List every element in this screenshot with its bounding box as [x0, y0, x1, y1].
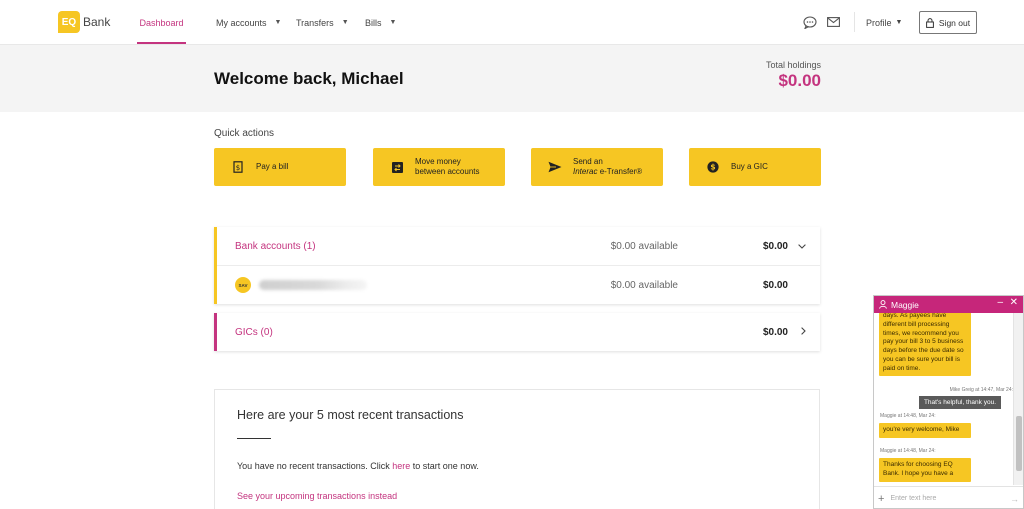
eq-bank-logo[interactable]: EQ Bank [58, 11, 110, 33]
svg-text:$: $ [710, 163, 715, 172]
gics-card: GICs (0) $0.00 [214, 313, 820, 351]
bank-accounts-label: Bank accounts (1) [235, 240, 316, 252]
send-arrow-icon[interactable]: → [1010, 494, 1019, 504]
svg-text:$: $ [236, 164, 240, 172]
caret-down-icon: ▼ [895, 19, 903, 26]
nav-dashboard[interactable]: Dashboard [137, 0, 186, 45]
bank-accounts-available: $0.00 available [610, 240, 678, 252]
message-meta: Maggie at 14:48, Mar 24: [880, 413, 936, 419]
upcoming-transactions-link[interactable]: See your upcoming transactions instead [237, 491, 397, 501]
nav-bills-label: Bills [365, 17, 382, 28]
bank-accounts-amount: $0.00 [762, 240, 788, 252]
send-etransfer-button[interactable]: Send an Interac e-Transfer® [531, 148, 663, 186]
interac-brand-text: Interac [573, 167, 598, 176]
caret-down-icon: ▼ [274, 19, 282, 26]
buy-gic-label: Buy a GIC [731, 161, 768, 171]
total-holdings-value: $0.00 [778, 71, 821, 90]
start-transaction-link[interactable]: here [392, 461, 410, 471]
recent-transactions-title: Here are your 5 most recent transactions [237, 408, 464, 422]
chat-transcript[interactable]: days. As payees have different bill proc… [874, 313, 1015, 485]
message-meta: Mike Greig at 14:47, Mar 24: [949, 387, 1013, 393]
savings-account-row[interactable]: SAV $0.00 available $0.00 [217, 266, 820, 304]
agent-person-icon [879, 300, 887, 309]
nav-my-accounts-label: My accounts [216, 17, 267, 28]
gics-amount: $0.00 [762, 326, 788, 338]
page-title: Welcome back, Michael [214, 69, 404, 88]
sign-out-button[interactable]: Sign out [919, 11, 977, 34]
gics-label: GICs (0) [235, 326, 273, 338]
pay-bill-button[interactable]: $ Pay a bill [214, 148, 346, 186]
move-money-label: Move money between accounts [415, 157, 480, 178]
move-money-button[interactable]: Move money between accounts [373, 148, 505, 186]
close-icon[interactable]: ✕ [1010, 297, 1018, 308]
recent-transactions-card: Here are your 5 most recent transactions… [214, 389, 820, 509]
nav-transfers[interactable]: Transfers ▼ [296, 0, 349, 45]
message-meta: Maggie at 14:48, Mar 24: [880, 448, 936, 454]
scrollbar-thumb[interactable] [1016, 416, 1022, 471]
welcome-banner: Welcome back, Michael Total holdings $0.… [0, 45, 1024, 112]
sign-out-label: Sign out [938, 17, 971, 28]
top-navigation-bar: EQ Bank Dashboard My accounts ▼ Transfer… [0, 0, 1024, 45]
agent-message: Thanks for choosing EQ Bank. I hope you … [879, 458, 971, 482]
agent-message: you're very welcome, Mike [879, 423, 971, 438]
chat-agent-name: Maggie [891, 299, 919, 310]
attach-plus-icon[interactable]: + [878, 493, 884, 505]
user-message: That's helpful, thank you. [918, 396, 1001, 409]
bill-icon: $ [222, 161, 254, 173]
logo-text: Bank [83, 15, 111, 29]
caret-down-icon: ▼ [341, 19, 349, 26]
dollar-coin-icon: $ [697, 161, 729, 173]
buy-gic-button[interactable]: $ Buy a GIC [689, 148, 821, 186]
lock-icon [925, 17, 934, 28]
mail-icon[interactable] [825, 15, 841, 29]
logo-mark: EQ [58, 11, 80, 33]
chat-input-bar: + Enter text here → [874, 486, 1023, 508]
chat-header: Maggie – ✕ [874, 296, 1023, 313]
transfer-icon [381, 161, 413, 173]
redacted-account-name [259, 280, 367, 290]
nav-transfers-label: Transfers [296, 17, 334, 28]
live-chat-widget: Maggie – ✕ days. As payees have differen… [873, 295, 1024, 509]
minimize-icon[interactable]: – [997, 297, 1003, 308]
no-transactions-suffix: to start one now. [410, 461, 479, 471]
header-divider [854, 12, 855, 32]
chevron-right-icon[interactable] [801, 327, 806, 337]
title-underline [237, 438, 271, 439]
bank-accounts-summary-row[interactable]: Bank accounts (1) $0.00 available $0.00 [217, 227, 820, 265]
chat-scrollbar[interactable] [1013, 313, 1023, 485]
chevron-down-icon[interactable] [798, 241, 806, 251]
bank-accounts-card: Bank accounts (1) $0.00 available $0.00 … [214, 227, 820, 304]
move-money-line-1: Move money [415, 156, 461, 166]
no-transactions-prefix: You have no recent transactions. Click [237, 461, 393, 471]
gics-summary-row[interactable]: GICs (0) $0.00 [217, 313, 820, 351]
account-type-badge: SAV [235, 277, 251, 293]
account-available: $0.00 available [610, 279, 678, 291]
profile-label: Profile [866, 17, 892, 28]
nav-dashboard-label: Dashboard [139, 17, 184, 28]
chat-bubble-icon[interactable] [802, 15, 818, 29]
caret-down-icon: ▼ [389, 19, 397, 26]
no-transactions-message: You have no recent transactions. Click h… [237, 461, 479, 471]
nav-my-accounts[interactable]: My accounts ▼ [216, 0, 281, 45]
account-amount: $0.00 [762, 279, 788, 291]
chat-message-input[interactable]: Enter text here [890, 495, 936, 502]
send-etransfer-label: Send an Interac e-Transfer® [573, 157, 642, 178]
send-line-2: e-Transfer® [597, 167, 643, 176]
pay-bill-label: Pay a bill [256, 161, 289, 171]
profile-menu[interactable]: Profile ▼ [866, 0, 902, 45]
move-money-line-2: between accounts [415, 167, 480, 176]
send-line-1: Send an [573, 156, 603, 166]
quick-actions-title: Quick actions [214, 128, 275, 139]
send-arrow-icon [539, 161, 571, 173]
agent-message: days. As payees have different bill proc… [879, 313, 971, 377]
nav-bills[interactable]: Bills ▼ [365, 0, 396, 45]
total-holdings-label: Total holdings [765, 60, 821, 70]
